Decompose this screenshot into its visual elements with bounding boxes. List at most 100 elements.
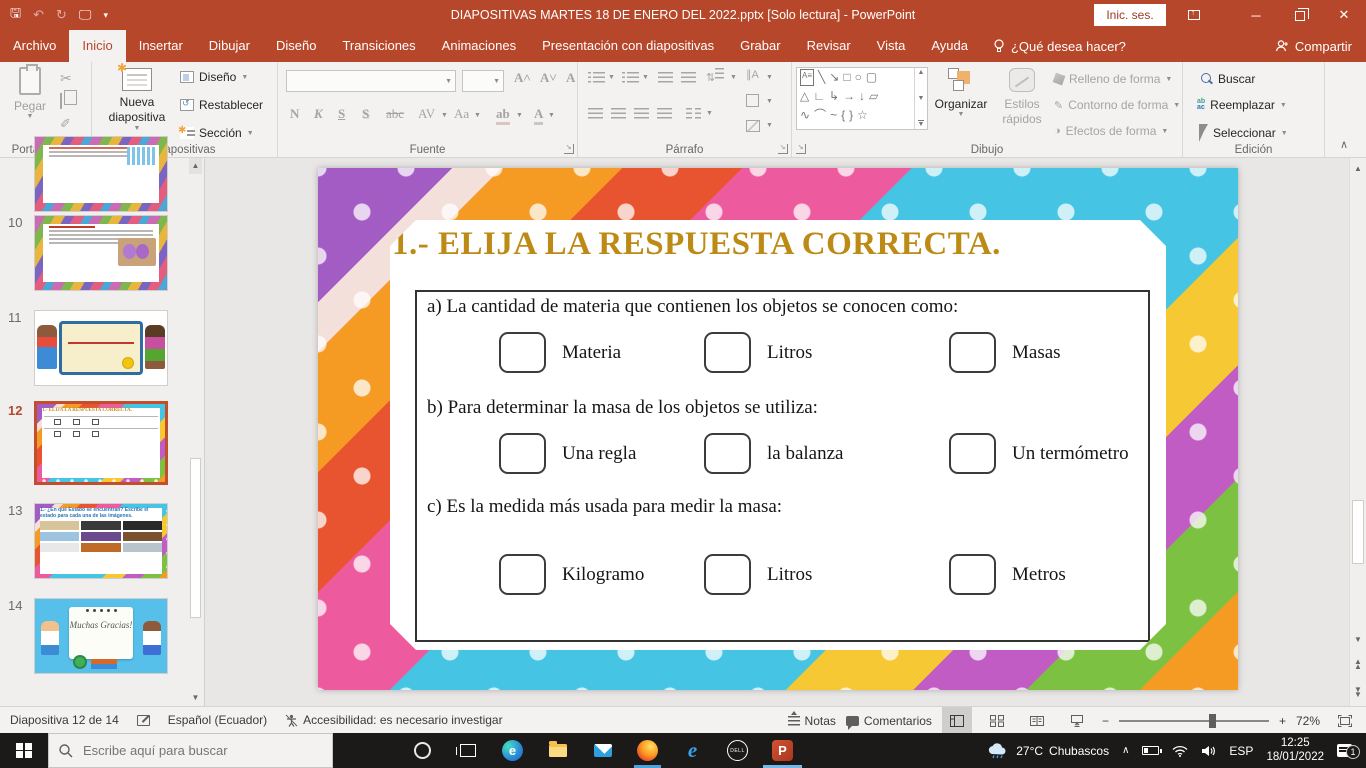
dell-button[interactable]: DELL — [715, 733, 760, 768]
shape-fill-button[interactable]: Relleno de forma▼ — [1054, 72, 1172, 86]
quick-styles-button[interactable]: Estilos rápidos — [997, 68, 1047, 127]
arrange-button[interactable]: Organizar ▼ — [932, 68, 990, 118]
restore-button[interactable] — [1278, 0, 1322, 30]
zoom-slider-thumb[interactable] — [1209, 714, 1216, 728]
checkbox[interactable] — [949, 554, 996, 595]
option-label[interactable]: Litros — [767, 564, 812, 586]
slideshow-view-button[interactable] — [1062, 707, 1092, 734]
option-label[interactable]: Metros — [1012, 564, 1066, 586]
align-center-icon[interactable] — [611, 108, 626, 122]
shape-effects-button[interactable]: ◑Efectos de forma▼ — [1054, 124, 1168, 138]
bold-button[interactable]: N — [290, 106, 299, 122]
new-slide-button[interactable]: Nueva diapositiva ▼ — [104, 68, 170, 132]
decrease-indent-icon[interactable] — [658, 72, 673, 86]
edge-button[interactable]: e — [490, 733, 535, 768]
copy-icon[interactable] — [60, 94, 62, 108]
text-direction-icon[interactable]: ∥A — [746, 68, 759, 81]
option-label[interactable]: Materia — [562, 342, 621, 364]
internet-explorer-button[interactable]: e — [670, 733, 715, 768]
underline-button[interactable]: S — [338, 106, 345, 122]
task-view-button[interactable] — [445, 733, 490, 768]
checkbox[interactable] — [499, 433, 546, 474]
section-button[interactable]: Sección▼ — [180, 126, 254, 140]
bullets-icon[interactable] — [588, 72, 605, 83]
taskbar-search[interactable] — [48, 733, 333, 768]
slide-indicator[interactable]: Diapositiva 12 de 14 — [10, 713, 119, 727]
checkbox[interactable] — [704, 554, 751, 595]
option[interactable]: Un termómetro — [949, 433, 1138, 474]
strikethrough-button[interactable]: abc — [386, 106, 404, 122]
tab-animaciones[interactable]: Animaciones — [429, 30, 529, 62]
grow-font-button[interactable]: A˄ — [514, 70, 531, 86]
tab-presentacion[interactable]: Presentación con diapositivas — [529, 30, 727, 62]
tab-vista[interactable]: Vista — [864, 30, 919, 62]
justify-icon[interactable] — [657, 108, 672, 122]
char-spacing-button[interactable]: AV — [418, 106, 435, 122]
weather-widget[interactable]: 27°C Chubascos — [986, 742, 1109, 759]
checkbox[interactable] — [704, 433, 751, 474]
change-case-button[interactable]: Aa — [454, 106, 469, 122]
battery-icon[interactable] — [1142, 746, 1159, 755]
select-button[interactable]: Seleccionar▼ — [1199, 124, 1288, 142]
option-label[interactable]: Un termómetro — [1012, 443, 1129, 465]
fit-to-window-button[interactable] — [1330, 707, 1360, 734]
tab-ayuda[interactable]: Ayuda — [918, 30, 981, 62]
slide-editor-area[interactable]: 1.- ELIJA LA RESPUESTA CORRECTA. a) La c… — [205, 158, 1349, 706]
smartart-convert-icon[interactable] — [746, 120, 760, 132]
search-input[interactable] — [83, 743, 313, 758]
accessibility-status[interactable]: Accesibilidad: es necesario investigar — [285, 713, 502, 727]
wifi-icon[interactable] — [1172, 745, 1188, 757]
question-b-text[interactable]: b) Para determinar la masa de los objeto… — [427, 397, 1138, 419]
thumbnail-slide-14[interactable]: Muchas Gracias! — [34, 598, 168, 674]
powerpoint-button[interactable]: P — [760, 733, 805, 768]
language-indicator[interactable]: Español (Ecuador) — [168, 713, 267, 727]
shape-outline-button[interactable]: ✎Contorno de forma▼ — [1054, 98, 1180, 112]
undo-icon[interactable]: ↶ — [33, 7, 44, 23]
font-name-combo[interactable]: ▼ — [286, 70, 456, 92]
scroll-thumb[interactable] — [190, 458, 201, 618]
option-label[interactable]: la balanza — [767, 443, 843, 465]
customize-qat-icon[interactable]: ▾ — [103, 10, 108, 21]
slide-sorter-view-button[interactable] — [982, 707, 1012, 734]
file-explorer-button[interactable] — [535, 733, 580, 768]
slide-canvas[interactable]: 1.- ELIJA LA RESPUESTA CORRECTA. a) La c… — [318, 168, 1238, 690]
editor-scrollbar[interactable]: ▲ ▼ ▲▲ ▼▼ — [1349, 158, 1366, 706]
option[interactable]: Materia — [499, 332, 704, 373]
save-icon[interactable]: 🖫 — [10, 4, 21, 26]
option[interactable]: Una regla — [499, 433, 704, 474]
normal-view-button[interactable] — [942, 707, 972, 734]
zoom-level[interactable]: 72% — [1296, 714, 1320, 728]
keyboard-language[interactable]: ESP — [1229, 744, 1253, 758]
ribbon-display-options-button[interactable] — [1172, 0, 1216, 30]
taskbar-clock[interactable]: 12:2518/01/2022 — [1266, 737, 1324, 765]
font-dialog-launcher[interactable]: ↘ — [564, 144, 574, 154]
notification-center-button[interactable]: 1 — [1337, 744, 1352, 757]
shrink-font-button[interactable]: A˅ — [540, 70, 557, 86]
increase-indent-icon[interactable] — [681, 72, 696, 86]
checkbox[interactable] — [949, 433, 996, 474]
start-button[interactable] — [0, 733, 48, 768]
checkbox[interactable] — [499, 332, 546, 373]
redo-icon[interactable]: ↻ — [56, 7, 67, 23]
firefox-button[interactable] — [625, 733, 670, 768]
reset-button[interactable]: Restablecer — [180, 98, 263, 112]
zoom-slider[interactable] — [1119, 720, 1269, 722]
format-painter-icon[interactable]: ✐ — [60, 116, 71, 132]
option-label[interactable]: Kilogramo — [562, 564, 644, 586]
share-button[interactable]: Compartir — [1275, 30, 1352, 62]
shapes-scrollbar[interactable]: ▲▼▼ — [914, 68, 927, 129]
volume-icon[interactable] — [1201, 745, 1216, 757]
align-right-icon[interactable] — [634, 108, 649, 122]
option[interactable]: Litros — [704, 554, 949, 595]
option-label[interactable]: Masas — [1012, 342, 1061, 364]
thumbnail-slide-13[interactable]: 1.- ¿En qué Estado se encuentran? Escrib… — [34, 503, 168, 579]
highlight-button[interactable]: ab — [496, 106, 510, 125]
italic-button[interactable]: K — [314, 106, 323, 122]
thumbnail-slide-12-selected[interactable]: 1.- ELIJA LA RESPUESTA CORRECTA. — [34, 401, 168, 485]
sign-in-button[interactable]: Inic. ses. — [1094, 4, 1166, 26]
notes-toggle[interactable]: Notas — [788, 714, 836, 728]
close-button[interactable]: ✕ — [1322, 0, 1366, 30]
question-box[interactable]: a) La cantidad de materia que contienen … — [415, 290, 1150, 642]
numbering-icon[interactable] — [622, 72, 639, 83]
shapes-gallery[interactable]: A≡╲↘□○▢ △∟↳→↓▱ ∿⌒~{}☆ ▲▼▼ — [796, 67, 928, 130]
